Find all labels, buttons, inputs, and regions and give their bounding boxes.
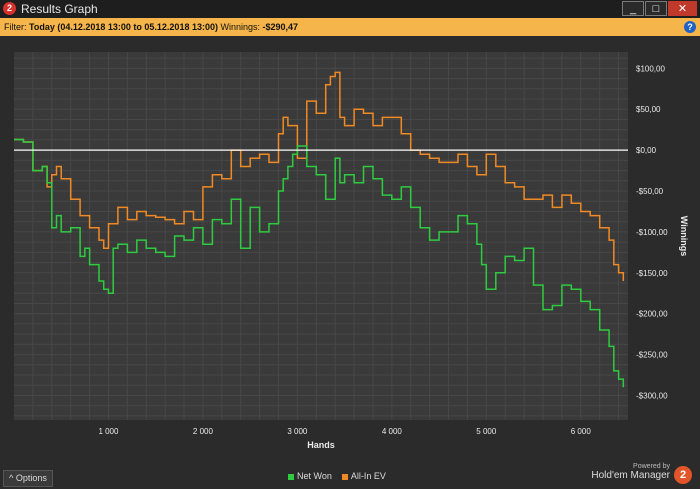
chevron-up-icon: ^	[9, 473, 14, 483]
y-tick-label: -$100,00	[636, 228, 668, 237]
filter-range: Today (04.12.2018 13:00 to 05.12.2018 13…	[29, 22, 218, 32]
legend-net-won: Net Won	[297, 471, 332, 481]
legend-all-in-ev: All-In EV	[350, 471, 386, 481]
y-tick-label: $0,00	[636, 146, 657, 155]
y-tick-label: -$150,00	[636, 269, 668, 278]
close-button[interactable]: ✕	[668, 1, 697, 16]
maximize-button[interactable]: □	[645, 1, 667, 16]
y-tick-label: -$50,00	[636, 187, 664, 196]
filter-bar: Filter: Today (04.12.2018 13:00 to 05.12…	[0, 18, 700, 36]
help-icon[interactable]: ?	[684, 21, 696, 33]
window-title: Results Graph	[21, 2, 98, 16]
brand-name: Hold'em Manager	[591, 470, 670, 481]
minimize-button[interactable]: _	[622, 1, 644, 16]
net-won-swatch	[288, 473, 294, 480]
options-label: Options	[15, 473, 47, 483]
results-graph: $100,00 $50,00 $0,00 -$50,00 -$100,00 -$150,0…	[0, 36, 700, 466]
y-tick-label: -$200,00	[636, 310, 668, 319]
y-tick-label: $50,00	[636, 105, 661, 114]
winnings-value: -$290,47	[262, 22, 299, 32]
y-tick-labels: $100,00 $50,00 $0,00 -$50,00 -$100,00 -$150,0…	[636, 64, 668, 400]
y-axis-label: Winnings	[679, 216, 689, 256]
y-tick-label: -$250,00	[636, 351, 668, 360]
filter-summary: Filter: Today (04.12.2018 13:00 to 05.12…	[4, 18, 298, 36]
winnings-label: Winnings:	[220, 22, 263, 32]
title-bar: 2 Results Graph _ □ ✕	[0, 0, 700, 18]
x-tick-labels: 1 000 2 000 3 000 4 000 5 000 6 000	[98, 427, 591, 436]
results-chart: $100,00 $50,00 $0,00 -$50,00 -$100,00 -$150,0…	[14, 52, 689, 450]
app-logo-icon: 2	[3, 2, 16, 15]
options-button[interactable]: ^ Options	[3, 470, 53, 487]
holdem-manager-logo-icon: 2	[674, 466, 692, 484]
x-tick-label: 1 000	[98, 427, 119, 436]
x-axis-label: Hands	[307, 440, 335, 450]
all-in-ev-swatch	[341, 473, 348, 480]
bottom-bar: ^ Options Net Won All-In EV Powered by H…	[0, 463, 700, 489]
x-tick-label: 3 000	[287, 427, 308, 436]
filter-label: Filter:	[4, 22, 30, 32]
x-tick-label: 2 000	[193, 427, 214, 436]
y-tick-label: $100,00	[636, 64, 665, 73]
y-tick-label: -$300,00	[636, 391, 668, 400]
x-tick-label: 5 000	[476, 427, 497, 436]
powered-by-text: Powered by	[633, 463, 670, 470]
x-tick-label: 6 000	[571, 427, 592, 436]
powered-by: Powered by Hold'em Manager	[591, 463, 670, 481]
chart-legend: Net Won All-In EV	[288, 471, 386, 481]
x-tick-label: 4 000	[382, 427, 403, 436]
